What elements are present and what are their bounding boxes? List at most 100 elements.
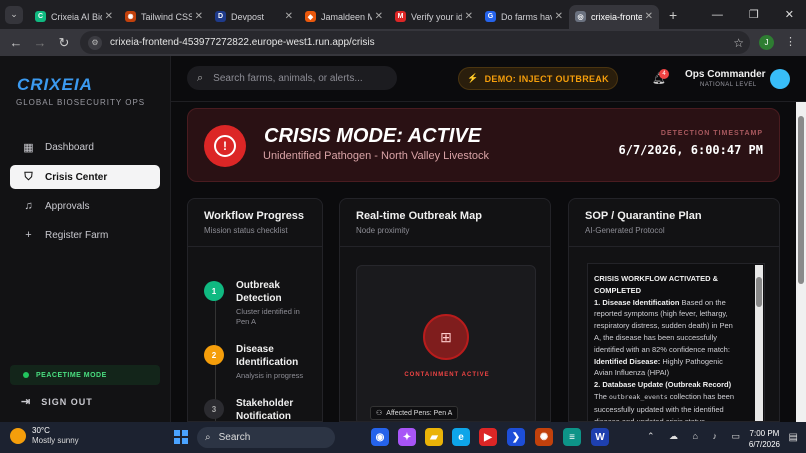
step-number-badge: 3 (204, 399, 224, 419)
windows-start-icon[interactable] (174, 430, 188, 444)
scroll-thumb[interactable] (798, 116, 804, 284)
vscode-icon[interactable]: ❯ (507, 428, 525, 446)
system-tray[interactable]: ⌃ ☁ ⌂ ♪ ▭ (647, 431, 746, 442)
browser-tab[interactable]: ✺ Tailwind CSS ✕ (119, 5, 209, 29)
word-icon[interactable]: W (591, 428, 609, 446)
card-header: Workflow Progress Mission status checkli… (188, 199, 322, 247)
user-level: NATIONAL LEVEL (700, 82, 757, 88)
sidebar-item-label: Crisis Center (45, 171, 108, 183)
sidebar-item-register-farm[interactable]: + Register Farm (10, 223, 160, 247)
inject-outbreak-button[interactable]: ⚡ DEMO: INJECT OUTBREAK (458, 67, 618, 90)
clock[interactable]: 7:00 PM 6/7/2026 (749, 428, 780, 450)
brand-subtitle: GLOBAL BIOSECURITY OPS (16, 98, 146, 107)
card-header: SOP / Quarantine Plan AI-Generated Proto… (569, 199, 779, 247)
browser-tab[interactable]: ◆ Jamaldeen M ✕ (299, 5, 389, 29)
taskbar-search[interactable]: ⌕ Search (197, 427, 335, 448)
chrome-icon[interactable]: ◉ (371, 428, 389, 446)
user-name: Ops Commander (685, 69, 766, 80)
card-title: Workflow Progress (204, 210, 305, 222)
map-icon[interactable]: ⊞ (423, 314, 469, 360)
tab-close-icon[interactable]: ✕ (555, 11, 563, 22)
sidebar: CRIXEIA GLOBAL BIOSECURITY OPS ▦ Dashboa… (0, 56, 171, 422)
restore-icon[interactable]: ❐ (749, 8, 759, 21)
notification-center-icon[interactable]: ▤ (789, 432, 798, 443)
forward-icon[interactable]: → (28, 35, 52, 50)
plus-icon: + (25, 229, 32, 241)
browser-tab[interactable]: D Devpost ✕ (209, 5, 299, 29)
tab-close-icon[interactable]: ✕ (465, 11, 473, 22)
sidebar-item-label: Register Farm (45, 229, 109, 241)
sop-header: CRISIS WORKFLOW ACTIVATED & COMPLETED (594, 274, 719, 295)
tab-title: crixeia-fronte (591, 11, 642, 22)
outbreak-map[interactable]: ⊞ CONTAINMENT ACTIVE ⚇ Affected Pens: Pe… (356, 265, 536, 421)
app-root: CRIXEIA GLOBAL BIOSECURITY OPS ▦ Dashboa… (0, 56, 806, 422)
sign-out-icon: ⇥ (21, 396, 32, 408)
window-controls: — ❐ ✕ (712, 0, 806, 29)
browser-tab[interactable]: M Verify your id ✕ (389, 5, 479, 29)
weather-widget[interactable]: 30°C Mostly sunny (10, 426, 79, 446)
youtube-icon[interactable]: ▶ (479, 428, 497, 446)
tab-favicon-icon: ◎ (575, 11, 586, 22)
tab-title: Tailwind CSS (141, 11, 192, 22)
reload-icon[interactable]: ↻ (52, 35, 76, 51)
tab-search-icon[interactable]: ⌄ (5, 5, 23, 24)
browser-tab[interactable]: G Do farms hav ✕ (479, 5, 569, 29)
step-number-badge: 1 (204, 281, 224, 301)
weather-condition: Mostly sunny (32, 436, 79, 445)
tab-close-icon[interactable]: ✕ (195, 11, 203, 22)
copilot-icon[interactable]: ✦ (398, 428, 416, 446)
card-subtitle: Mission status checklist (204, 226, 288, 235)
tab-title: Crixeia AI Bio (51, 11, 102, 22)
tab-favicon-icon: ✺ (125, 11, 136, 22)
tab-favicon-icon: M (395, 11, 406, 22)
search-icon: ⌕ (205, 432, 211, 443)
sun-icon (10, 428, 26, 444)
sop-protocol-text[interactable]: CRISIS WORKFLOW ACTIVATED & COMPLETED 1.… (587, 263, 765, 421)
sidebar-item-approvals[interactable]: ♫ Approvals (10, 194, 160, 218)
browser-menu-icon[interactable]: ⋮ (785, 35, 796, 48)
tab-favicon-icon: D (215, 11, 226, 22)
bell-icon: ♫ (24, 200, 33, 212)
weather-temp: 30°C (32, 426, 50, 435)
card-header: Real-time Outbreak Map Node proximity (340, 199, 550, 247)
browser-tab[interactable]: ◎ crixeia-fronte ✕ (569, 4, 659, 29)
claude-icon[interactable]: ✺ (535, 428, 553, 446)
tab-close-icon[interactable]: ✕ (645, 11, 653, 22)
site-info-icon[interactable]: ⚙ (88, 35, 102, 50)
alert-icon: ! (204, 125, 246, 167)
sop-scrollbar[interactable] (755, 265, 763, 421)
url-field[interactable]: ⚙ crixeia-frontend-453977272822.europe-w… (80, 31, 750, 54)
sop-section-heading: 1. Disease Identification (594, 297, 680, 307)
sidebar-item-dashboard[interactable]: ▦ Dashboard (10, 135, 160, 159)
close-window-icon[interactable]: ✕ (785, 8, 794, 21)
minimize-icon[interactable]: — (712, 9, 723, 21)
tab-title: Jamaldeen M (321, 11, 372, 22)
new-tab-button[interactable]: + (669, 7, 677, 23)
tab-favicon-icon: G (485, 11, 496, 22)
browser-tab-strip: ⌄ C Crixeia AI Bio ✕ ✺ Tailwind CSS ✕ D Devpost… (0, 0, 806, 29)
crisis-subtitle: Unidentified Pathogen - North Valley Liv… (263, 150, 490, 162)
edge-icon[interactable]: e (452, 428, 470, 446)
sidebar-item-crisis-center[interactable]: ⛉ Crisis Center (10, 165, 160, 189)
notepad-icon[interactable]: ≡ (563, 428, 581, 446)
back-icon[interactable]: ← (4, 35, 28, 50)
browser-tab[interactable]: C Crixeia AI Bio ✕ (29, 5, 119, 29)
tab-close-icon[interactable]: ✕ (285, 11, 293, 22)
page-scrollbar[interactable] (796, 102, 806, 422)
search-icon: ⌕ (197, 71, 204, 84)
shield-icon: ⛉ (24, 170, 33, 183)
clock-date: 6/7/2026 (748, 440, 780, 449)
profile-avatar[interactable]: J (759, 35, 774, 50)
sign-out-button[interactable]: ⇥ SIGN OUT (21, 395, 93, 408)
bookmark-star-icon[interactable]: ☆ (733, 36, 744, 50)
search-input[interactable]: ⌕ Search farms, animals, or alerts... (187, 66, 397, 90)
tab-title: Verify your id (411, 11, 462, 22)
tab-close-icon[interactable]: ✕ (105, 11, 113, 22)
lightning-icon: ⚡ (467, 73, 479, 83)
tab-close-icon[interactable]: ✕ (375, 11, 383, 22)
sign-out-label: SIGN OUT (41, 396, 93, 407)
scroll-thumb[interactable] (756, 277, 762, 307)
file-explorer-icon[interactable]: ▰ (425, 428, 443, 446)
sop-section-heading: 2. Database Update (Outbreak Record) (594, 380, 732, 390)
user-avatar[interactable] (770, 69, 790, 89)
